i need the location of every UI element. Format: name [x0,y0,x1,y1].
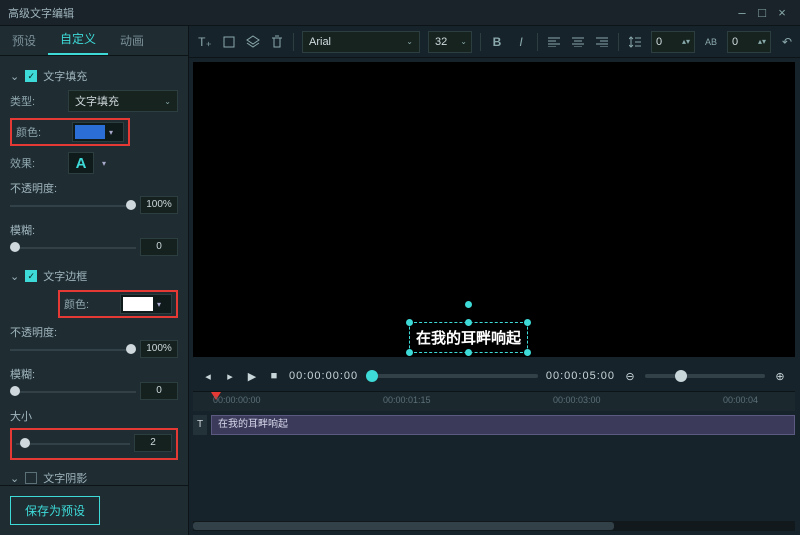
char-spacing-input[interactable]: 0▴▾ [727,31,771,53]
timeline-body: T 在我的耳畔响起 [189,411,800,521]
caret-down-icon: ⌄ [406,37,413,46]
text-toolbar: T₊ Arial ⌄ 32 ⌄ B I 0▴▾ AB 0▴▾ ↶ [189,26,800,58]
fill-opacity-slider[interactable]: 100% [10,196,178,216]
sidebar-tabs: 预设 自定义 动画 [0,26,188,56]
fill-color-swatch [75,125,105,139]
text-clip[interactable]: 在我的耳畔响起 [211,415,795,435]
border-color-label: 颜色: [64,296,114,312]
char-spacing-icon: AB [703,34,719,50]
type-select[interactable]: 文字填充 ⌄ [68,90,178,112]
zoom-slider[interactable] [645,374,765,378]
track-header-text[interactable]: T [193,415,207,435]
caret-down-icon: ⌄ [164,97,171,106]
zoom-in-button[interactable]: ⊕ [773,369,787,383]
fill-blur-label: 模糊: [10,222,178,238]
border-blur-value[interactable]: 0 [140,382,178,400]
section-shadow-header[interactable]: ⌄ ✓ 文字阴影 [10,470,178,485]
caret-down-icon: ▾ [102,159,106,168]
effect-picker[interactable]: A [68,152,94,174]
caret-down-icon: ▾ [109,128,113,137]
maximize-button[interactable]: □ [752,5,772,20]
align-left-icon[interactable] [546,34,562,50]
shadow-title: 文字阴影 [43,470,87,485]
tab-preset[interactable]: 预设 [0,26,48,55]
border-title: 文字边框 [43,268,87,284]
effect-a-icon: A [76,155,87,172]
current-time: 00:00:00:00 [289,370,358,382]
tab-animation[interactable]: 动画 [108,26,156,55]
line-spacing-input[interactable]: 0▴▾ [651,31,695,53]
line-spacing-icon [627,34,643,50]
font-size-select[interactable]: 32 ⌄ [428,31,472,53]
next-frame-button[interactable]: ▸ [223,369,237,383]
caret-down-icon: ▾ [157,300,161,309]
bold-button[interactable]: B [489,34,505,50]
shadow-checkbox[interactable]: ✓ [25,472,37,484]
add-text-icon[interactable]: T₊ [197,34,213,50]
align-right-icon[interactable] [594,34,610,50]
border-size-slider[interactable]: 2 [16,434,172,454]
undo-icon[interactable]: ↶ [779,34,795,50]
border-checkbox[interactable]: ✓ [25,270,37,282]
border-blur-label: 模糊: [10,366,178,382]
stop-button[interactable]: ■ [267,369,281,383]
save-preset-button[interactable]: 保存为预设 [10,496,100,525]
chevron-down-icon: ⌄ [10,270,19,283]
border-size-value[interactable]: 2 [134,434,172,452]
preview-canvas[interactable]: 在我的耳畔响起 [193,62,795,357]
effect-label: 效果: [10,155,60,171]
window-title: 高级文字编辑 [8,5,74,21]
delete-icon[interactable] [269,34,285,50]
transport-bar: ◂ ▸ ▶ ■ 00:00:00:00 00:00:05:00 ⊖ ⊕ [193,361,795,391]
tab-custom[interactable]: 自定义 [48,24,108,55]
title-bar: 高级文字编辑 – □ × [0,0,800,26]
border-opacity-label: 不透明度: [10,324,178,340]
border-color-swatch [123,297,153,311]
fill-color-picker[interactable]: ▾ [72,122,124,142]
layers-icon[interactable] [245,34,261,50]
border-size-label: 大小 [10,408,178,424]
caret-down-icon: ⌄ [460,37,467,46]
fill-checkbox[interactable]: ✓ [25,70,37,82]
border-color-highlight: 颜色: ▾ [58,290,178,318]
close-button[interactable]: × [772,5,792,20]
section-border-header[interactable]: ⌄ ✓ 文字边框 [10,268,178,284]
align-center-icon[interactable] [570,34,586,50]
fill-blur-slider[interactable]: 0 [10,238,178,258]
timeline-scrollbar[interactable] [193,521,795,531]
duration-time: 00:00:05:00 [546,370,615,382]
timeline-ruler[interactable]: 00:00:00:00 00:00:01:15 00:00:03:00 00:0… [193,391,795,411]
fill-title: 文字填充 [43,68,87,84]
fill-blur-value[interactable]: 0 [140,238,178,256]
minimize-button[interactable]: – [732,5,752,20]
text-object[interactable]: 在我的耳畔响起 [409,322,528,353]
section-fill-header[interactable]: ⌄ ✓ 文字填充 [10,68,178,84]
border-size-highlight: 2 [10,428,178,460]
font-select[interactable]: Arial ⌄ [302,31,420,53]
fill-color-highlight: 颜色: ▾ [10,118,130,146]
border-color-picker[interactable]: ▾ [120,294,172,314]
border-opacity-value[interactable]: 100% [140,340,178,358]
zoom-out-button[interactable]: ⊖ [623,369,637,383]
fill-opacity-label: 不透明度: [10,180,178,196]
chevron-down-icon: ⌄ [10,70,19,83]
italic-button[interactable]: I [513,34,529,50]
transform-icon[interactable] [221,34,237,50]
border-opacity-slider[interactable]: 100% [10,340,178,360]
prev-frame-button[interactable]: ◂ [201,369,215,383]
fill-opacity-value[interactable]: 100% [140,196,178,214]
type-label: 类型: [10,93,60,109]
chevron-down-icon: ⌄ [10,472,19,485]
fill-color-label: 颜色: [16,124,66,140]
progress-slider[interactable] [366,374,538,378]
border-blur-slider[interactable]: 0 [10,382,178,402]
sidebar: 预设 自定义 动画 ⌄ ✓ 文字填充 类型: 文字填充 ⌄ 颜色: ▾ [0,26,189,535]
play-button[interactable]: ▶ [245,369,259,383]
